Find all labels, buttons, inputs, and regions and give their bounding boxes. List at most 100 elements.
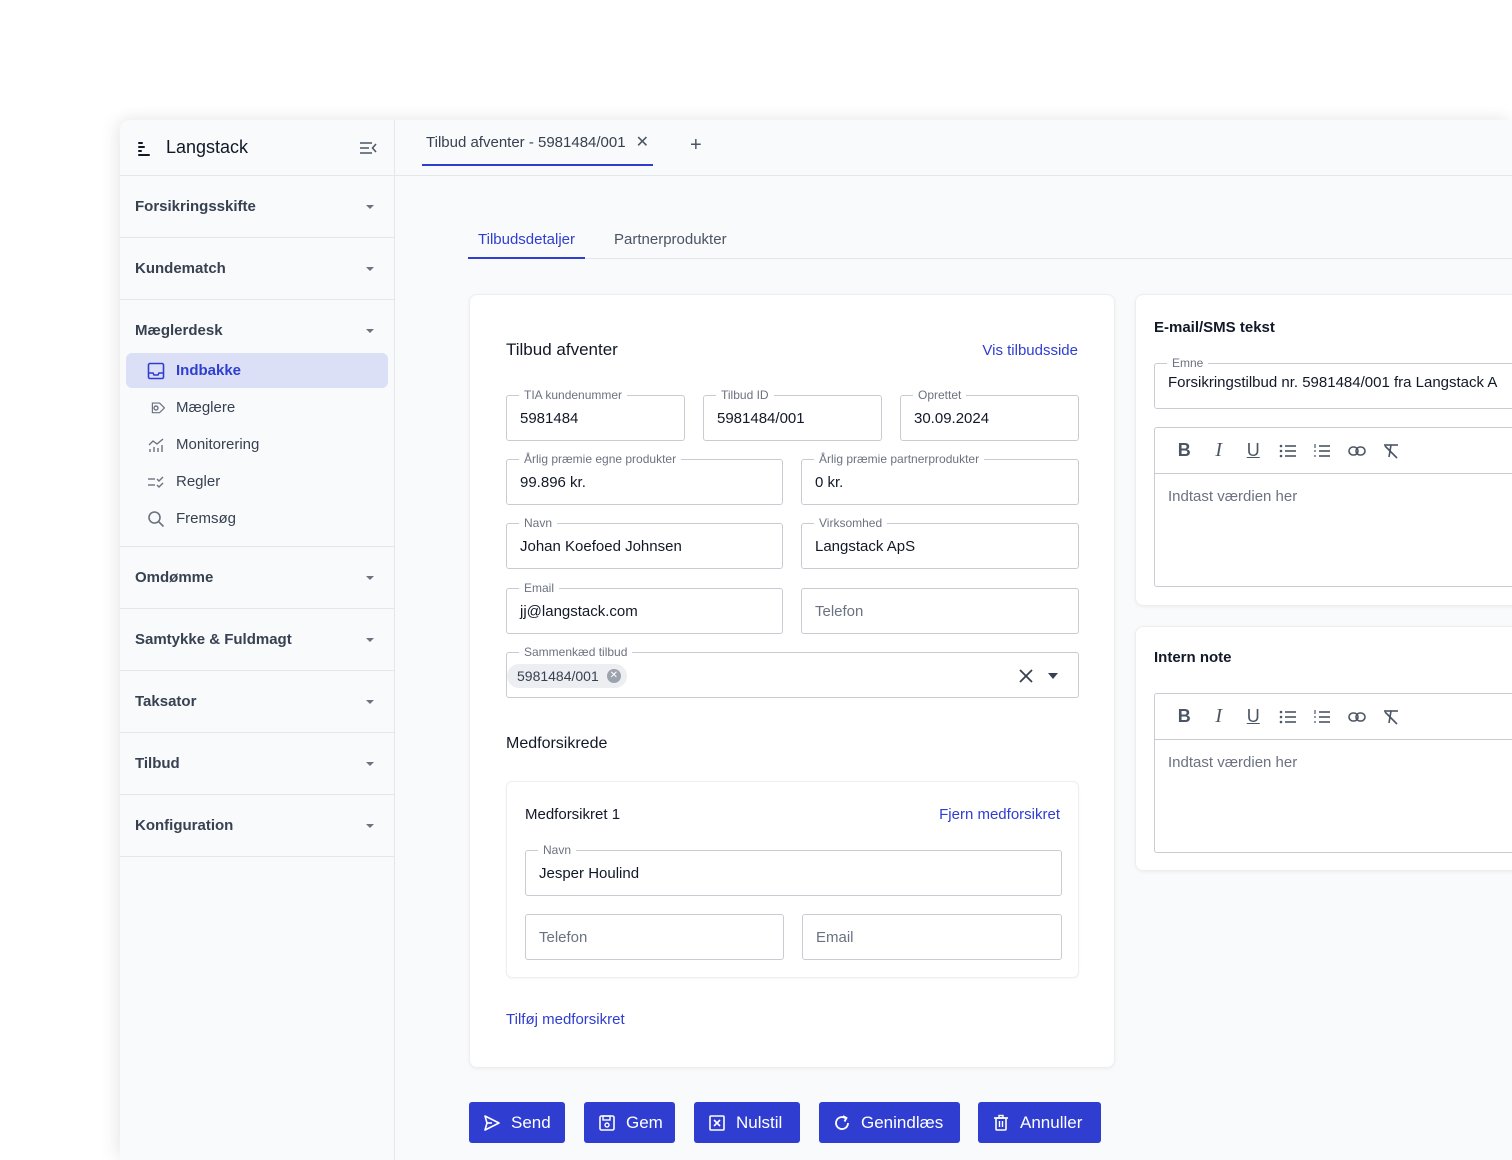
link-icon[interactable]	[1340, 439, 1375, 463]
tia-field[interactable]: TIA kundenummer 5981484	[506, 388, 685, 441]
field-value: 5981484/001	[717, 410, 805, 427]
offer-card: Tilbud afventer Vis tilbudsside TIA kund…	[469, 294, 1115, 1068]
app-window: Langstack Forsikringsskifte Kundematch M…	[120, 120, 1512, 1160]
close-icon[interactable]: ✕	[636, 132, 649, 152]
numbered-list-icon[interactable]	[1305, 705, 1340, 729]
sidebar-item-label: Mæglere	[176, 399, 236, 416]
bullet-list-icon[interactable]	[1271, 439, 1306, 463]
nav-header-taksator[interactable]: Taksator	[120, 671, 394, 732]
field-label: Årlig præmie egne produkter	[519, 452, 682, 466]
nav-header-label: Samtykke & Fuldmagt	[135, 631, 292, 648]
save-button[interactable]: Gem	[584, 1102, 675, 1143]
reset-button[interactable]: Nulstil	[694, 1102, 800, 1143]
cancel-button[interactable]: Annuller	[978, 1102, 1101, 1143]
nav-section-maeglerdesk: Mæglerdesk Indbakke Mæglere Monitorering…	[120, 300, 394, 547]
field-label: Email	[519, 581, 560, 595]
italic-icon[interactable]: I	[1202, 705, 1237, 729]
sidebar-item-maeglere[interactable]: Mæglere	[126, 390, 388, 425]
button-label: Annuller	[1020, 1112, 1083, 1132]
button-label: Nulstil	[736, 1112, 783, 1132]
bold-icon[interactable]: B	[1167, 705, 1202, 729]
underline-icon[interactable]: U	[1236, 705, 1271, 729]
coinsured-phone-field[interactable]: Telefon	[525, 914, 784, 960]
chart-icon	[146, 435, 166, 455]
nav-header-konfiguration[interactable]: Konfiguration	[120, 795, 394, 856]
own-premium-field[interactable]: Årlig præmie egne produkter 99.896 kr.	[506, 452, 783, 505]
coinsured-email-field[interactable]: Email	[802, 914, 1062, 960]
offer-id-field[interactable]: Tilbud ID 5981484/001	[703, 388, 882, 441]
add-coinsured-link[interactable]: Tilføj medforsikret	[506, 1011, 625, 1028]
field-label: Årlig præmie partnerprodukter	[814, 452, 985, 466]
dropdown-caret-icon[interactable]	[1048, 673, 1058, 679]
note-editor[interactable]: B I U Indtast værdien her	[1154, 693, 1512, 853]
nav-header-omdomme[interactable]: Omdømme	[120, 547, 394, 608]
created-field[interactable]: Oprettet 30.09.2024	[900, 388, 1079, 441]
tab-tilbudsdetaljer[interactable]: Tilbudsdetaljer	[468, 224, 585, 259]
phone-field[interactable]: Telefon	[801, 588, 1079, 634]
add-tab-icon[interactable]: +	[690, 134, 702, 157]
link-icon[interactable]	[1340, 705, 1375, 729]
nav-header-label: Omdømme	[135, 569, 214, 586]
bullet-list-icon[interactable]	[1271, 705, 1306, 729]
tab-partnerprodukter[interactable]: Partnerprodukter	[604, 224, 737, 259]
send-button[interactable]: Send	[469, 1102, 565, 1143]
underline-icon[interactable]: U	[1236, 439, 1271, 463]
field-value: 5981484	[520, 410, 579, 427]
field-label: Navn	[519, 516, 558, 530]
coinsured-card: Medforsikret 1 Fjern medforsikret Navn J…	[506, 781, 1079, 978]
linked-offer-chip: 5981484/001 ✕	[507, 664, 627, 688]
caret-down-icon	[366, 204, 374, 209]
clear-format-icon[interactable]	[1374, 439, 1409, 463]
nav-header-samtykke[interactable]: Samtykke & Fuldmagt	[120, 609, 394, 670]
remove-chip-icon[interactable]: ✕	[606, 669, 621, 683]
main-area: Tilbud afventer - 5981484/001 ✕ + Tilbud…	[395, 120, 1512, 1160]
name-field[interactable]: Navn Johan Koefoed Johnsen	[506, 516, 783, 569]
numbered-list-icon[interactable]	[1305, 439, 1340, 463]
coinsured-name-field[interactable]: Navn Jesper Houlind	[525, 843, 1062, 896]
partner-premium-field[interactable]: Årlig præmie partnerprodukter 0 kr.	[801, 452, 1079, 505]
note-title: Intern note	[1154, 649, 1232, 666]
field-value: Langstack ApS	[815, 538, 916, 555]
tab-bar: Tilbud afventer - 5981484/001 ✕ +	[395, 120, 1512, 176]
sidebar-item-monitorering[interactable]: Monitorering	[126, 427, 388, 462]
reload-icon	[832, 1113, 852, 1133]
message-card: E-mail/SMS tekst Emne Forsikringstilbud …	[1135, 294, 1512, 606]
sidebar-item-label: Indbakke	[176, 362, 242, 379]
sidebar-item-regler[interactable]: Regler	[126, 464, 388, 499]
nav-section-samtykke: Samtykke & Fuldmagt	[120, 609, 394, 671]
nav-header-tilbud[interactable]: Tilbud	[120, 733, 394, 794]
sidebar-item-indbakke[interactable]: Indbakke	[126, 353, 388, 388]
bold-icon[interactable]: B	[1167, 439, 1202, 463]
email-field[interactable]: Email jj@langstack.com	[506, 581, 783, 634]
nav-header-maeglerdesk[interactable]: Mæglerdesk	[120, 300, 394, 361]
remove-coinsured-link[interactable]: Fjern medforsikret	[939, 806, 1060, 823]
message-editor[interactable]: B I U Indtast værdien her	[1154, 427, 1512, 587]
coinsured-item-title: Medforsikret 1	[525, 806, 621, 823]
subject-field[interactable]: Emne Forsikringstilbud nr. 5981484/001 f…	[1154, 356, 1512, 409]
reload-button[interactable]: Genindlæs	[819, 1102, 960, 1143]
clear-icon[interactable]	[1018, 668, 1034, 684]
sidebar-item-fremsog[interactable]: Fremsøg	[126, 501, 388, 536]
field-value: 99.896 kr.	[520, 474, 586, 491]
company-field[interactable]: Virksomhed Langstack ApS	[801, 516, 1079, 569]
tab-offer-pending[interactable]: Tilbud afventer - 5981484/001 ✕	[422, 120, 653, 166]
collapse-sidebar-icon[interactable]	[358, 138, 378, 158]
italic-icon[interactable]: I	[1202, 439, 1237, 463]
caret-down-icon	[366, 266, 374, 271]
field-value: jj@langstack.com	[520, 603, 638, 620]
save-icon	[597, 1113, 617, 1133]
clear-format-icon[interactable]	[1374, 705, 1409, 729]
nav-section-omdomme: Omdømme	[120, 547, 394, 609]
tag-icon	[146, 398, 166, 418]
view-offer-link[interactable]: Vis tilbudsside	[982, 342, 1078, 359]
nav-header-kundematch[interactable]: Kundematch	[120, 238, 394, 299]
link-offer-select[interactable]: Sammenkæd tilbud 5981484/001 ✕	[506, 645, 1079, 698]
sidebar-item-label: Fremsøg	[176, 510, 236, 527]
message-title: E-mail/SMS tekst	[1154, 319, 1275, 336]
nav-header-forsikringsskifte[interactable]: Forsikringsskifte	[120, 176, 394, 237]
tab-label: Tilbud afventer - 5981484/001	[426, 133, 626, 151]
button-label: Send	[511, 1112, 551, 1132]
button-label: Genindlæs	[861, 1112, 944, 1132]
reset-icon	[707, 1113, 727, 1133]
field-label: Tilbud ID	[716, 388, 774, 402]
